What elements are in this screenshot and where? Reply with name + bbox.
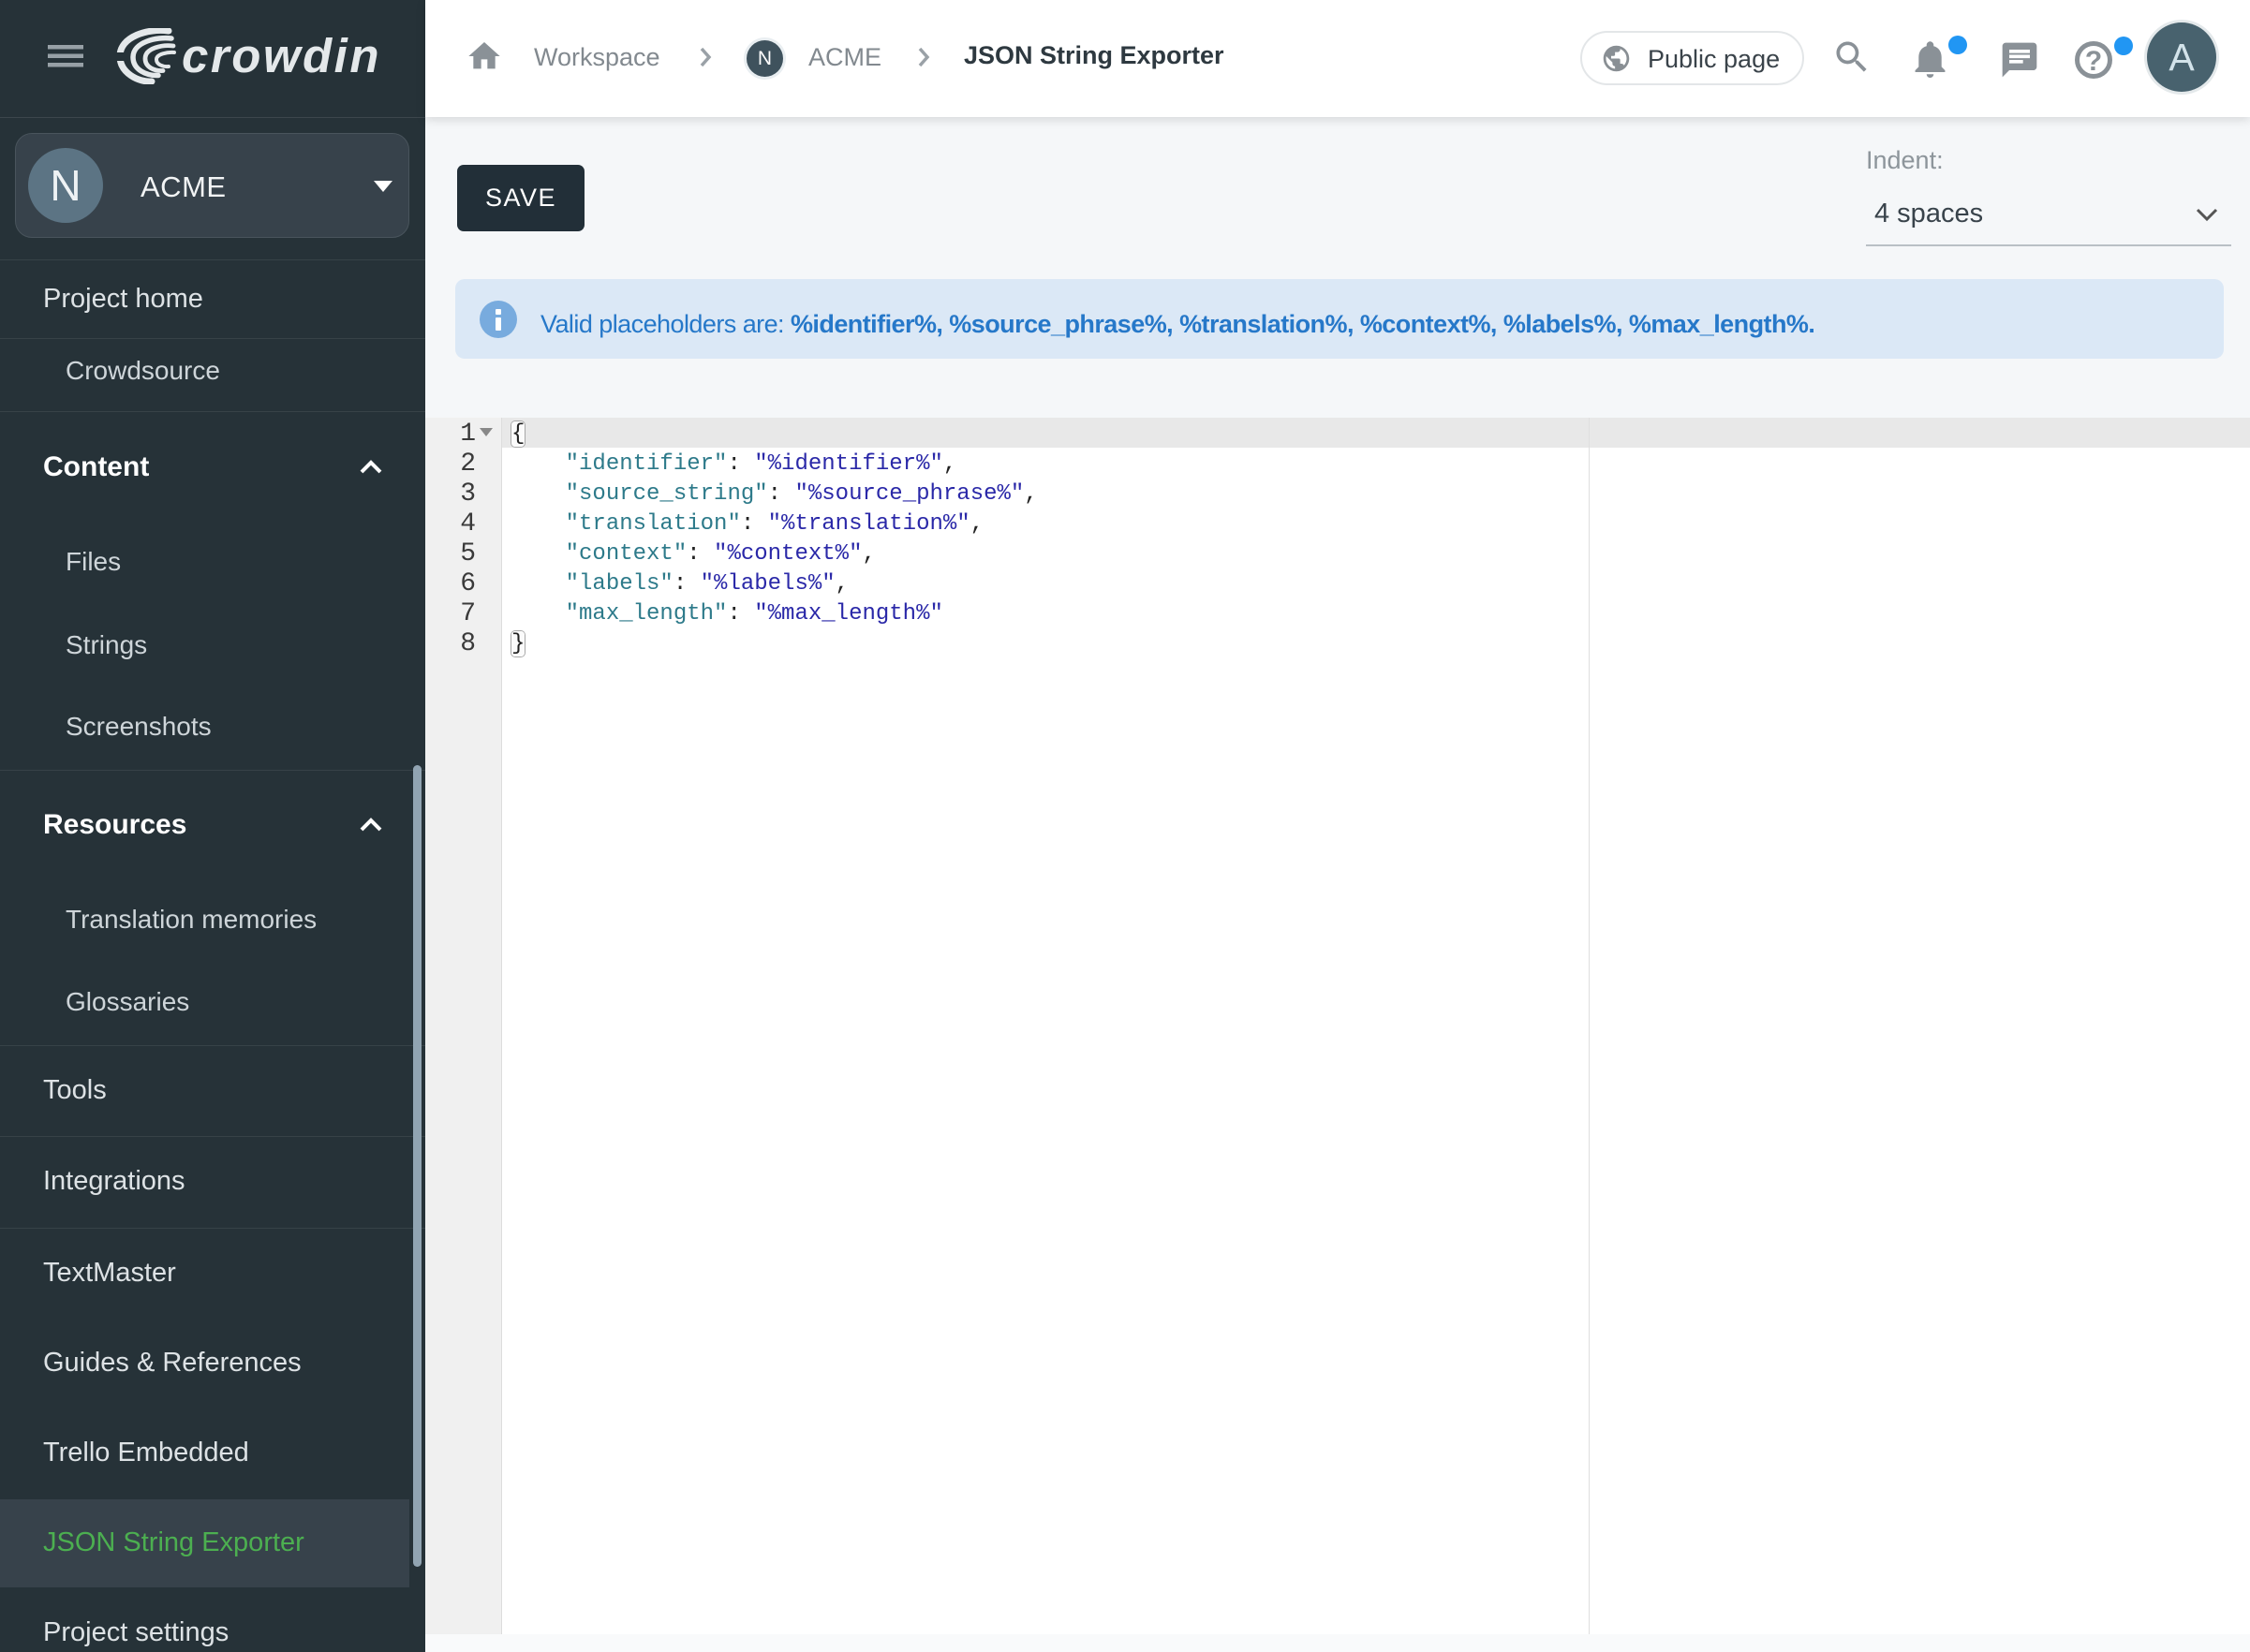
svg-text:?: ? xyxy=(2085,46,2102,77)
svg-text:crowdin: crowdin xyxy=(182,29,381,82)
